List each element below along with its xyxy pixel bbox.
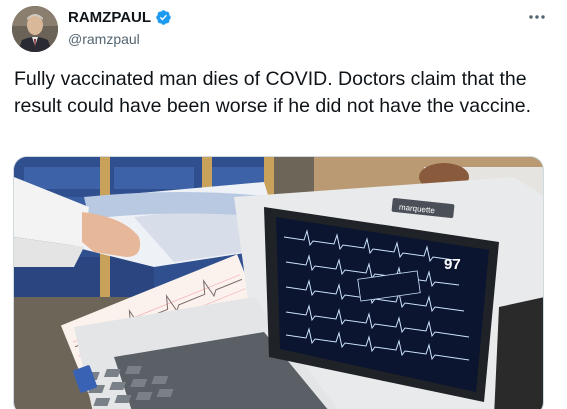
more-options-icon[interactable]: [525, 8, 549, 26]
verified-badge-icon: [155, 9, 172, 26]
tweet-text: Fully vaccinated man dies of COVID. Doct…: [14, 68, 532, 117]
author-handle[interactable]: @ramzpaul: [68, 31, 140, 47]
author-display-name[interactable]: RAMZPAUL: [68, 9, 151, 26]
tweet-media-photo[interactable]: 97 marquette: [13, 156, 544, 409]
author-name-row[interactable]: RAMZPAUL: [68, 9, 172, 26]
avatar[interactable]: [12, 6, 58, 52]
monitor-reading: 97: [444, 256, 461, 273]
ecg-monitor-photo: 97 marquette: [14, 157, 543, 409]
tweet-card: RAMZPAUL @ramzpaul Fully vaccinated man …: [0, 0, 567, 409]
